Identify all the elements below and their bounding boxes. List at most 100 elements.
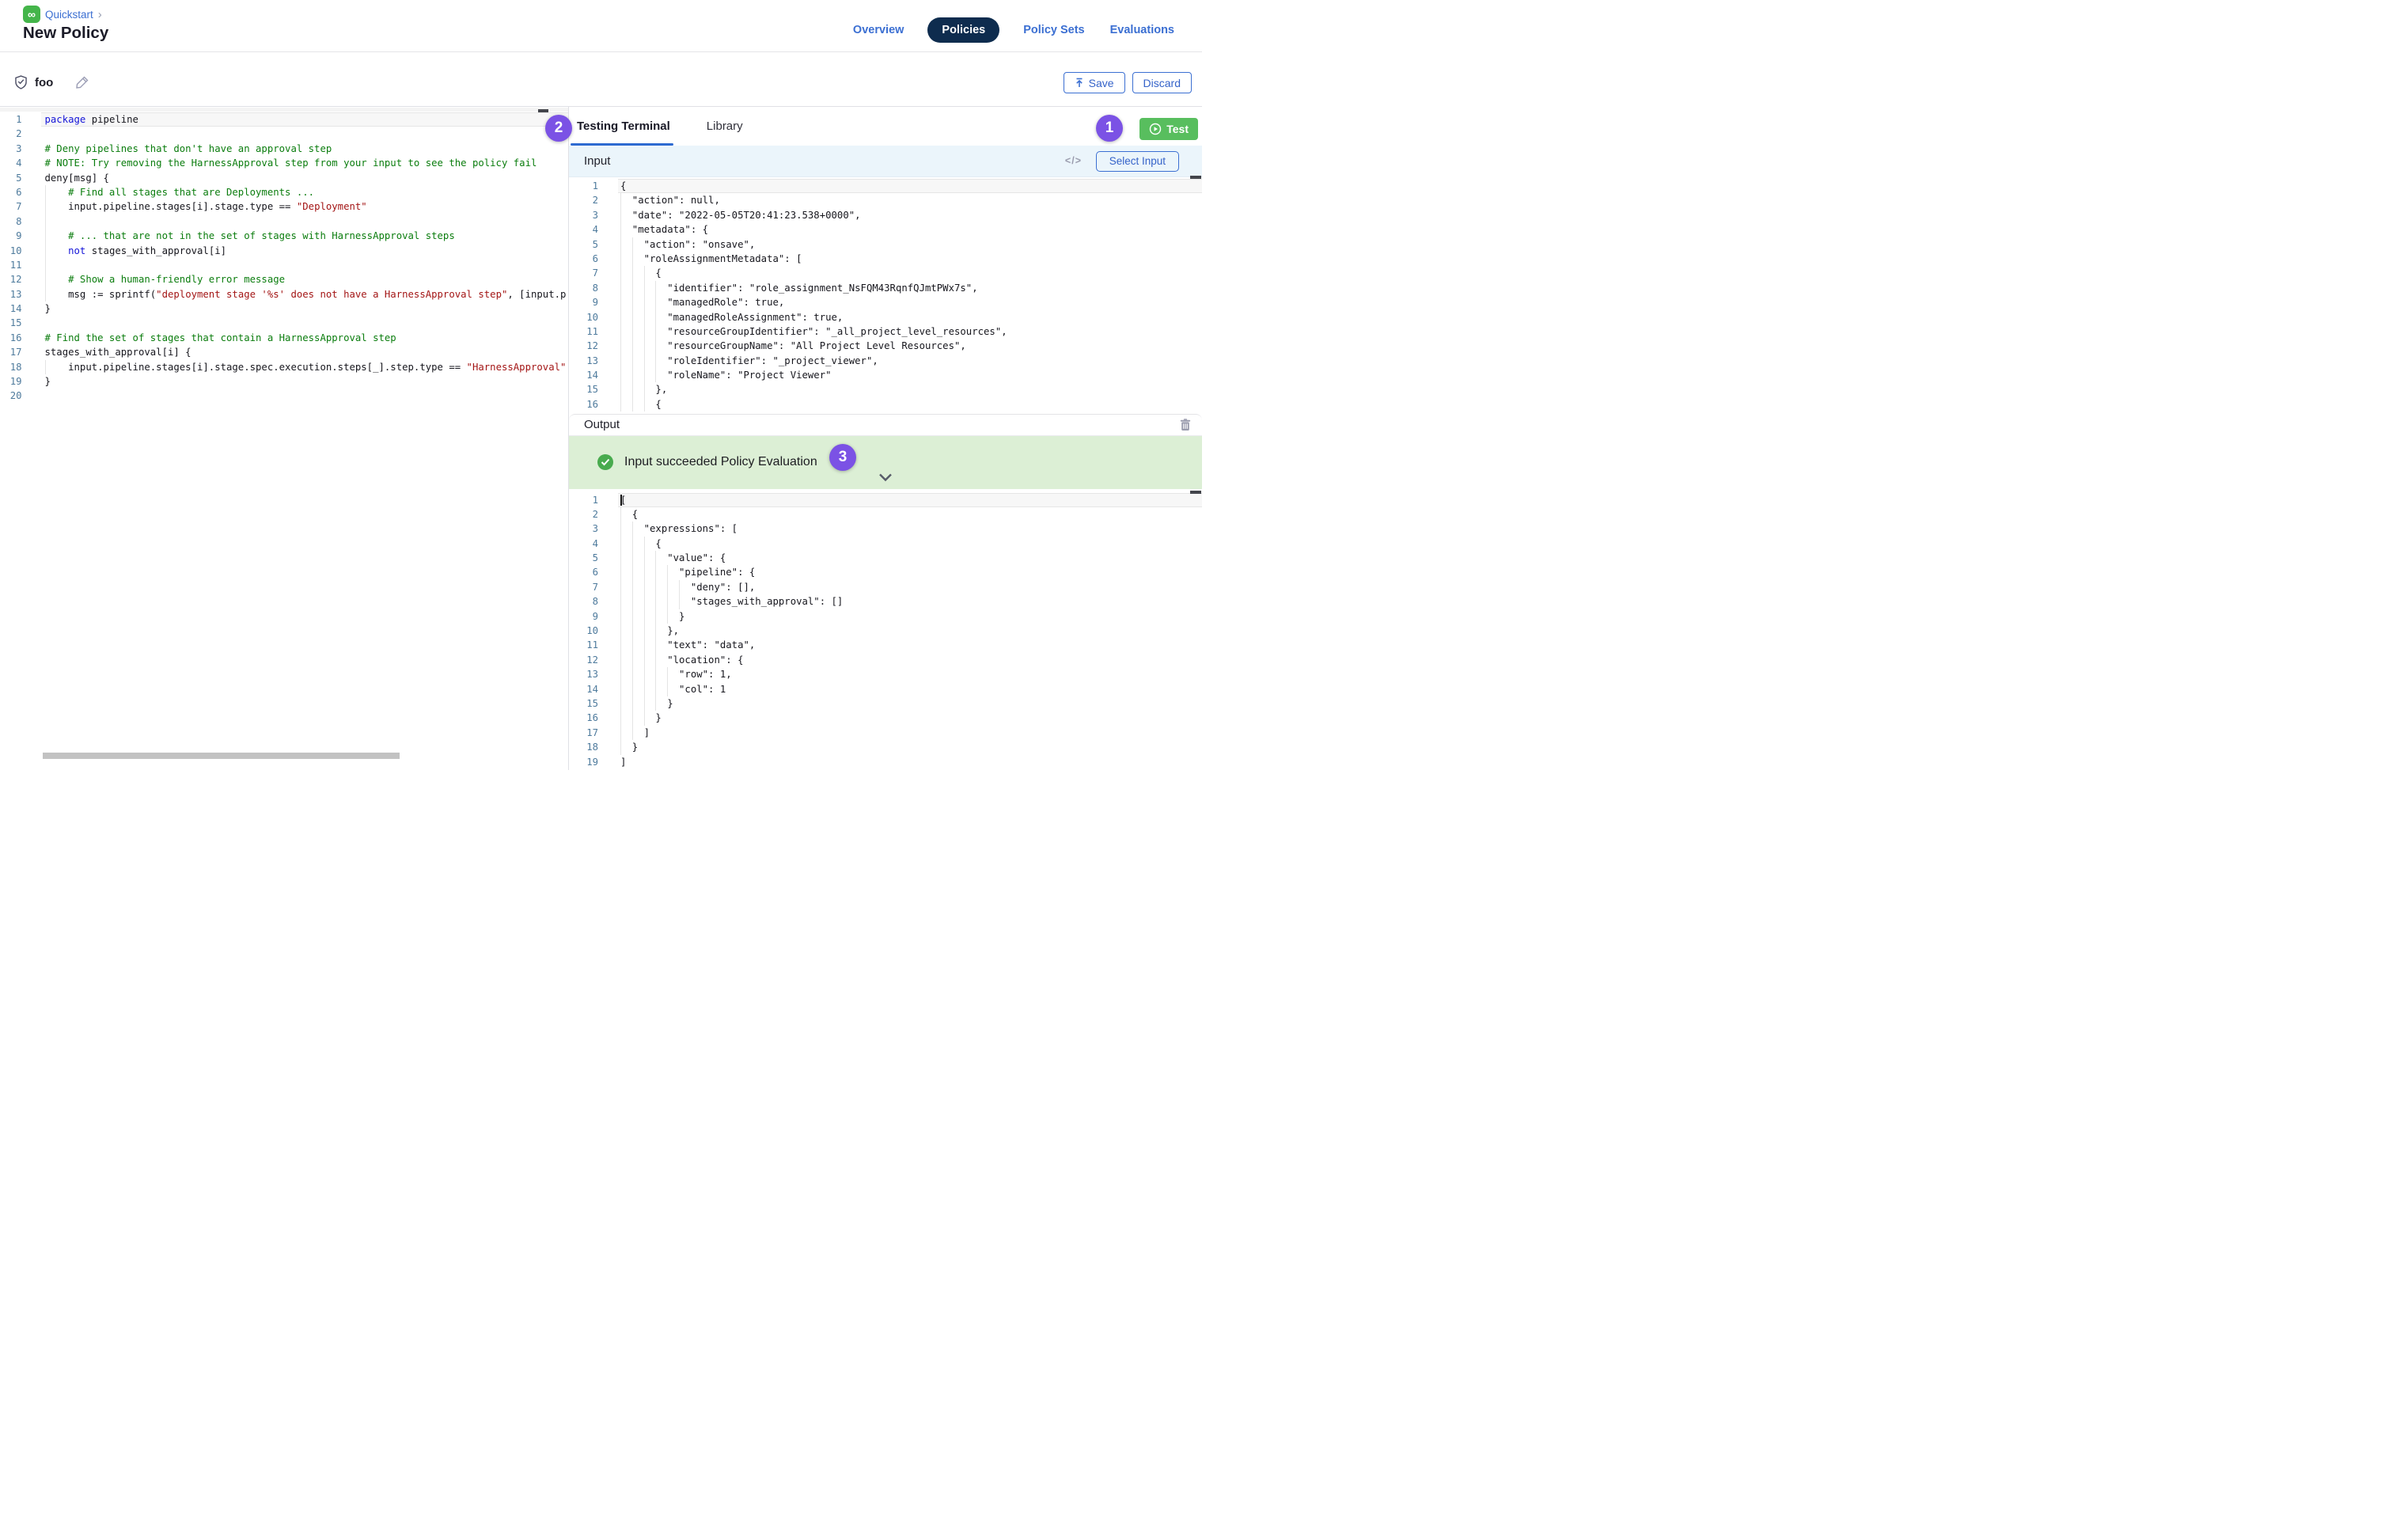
- page-header: ∞ Quickstart › New Policy Overview Polic…: [0, 0, 1202, 51]
- input-json-editor[interactable]: 12345678910111213141516 { "action": null…: [569, 177, 1202, 415]
- shield-check-icon: [15, 75, 27, 89]
- tour-badge-3: 3: [829, 444, 856, 471]
- input-json-code-area[interactable]: { "action": null, "date": "2022-05-05T20…: [618, 179, 1202, 414]
- line-number: 16: [0, 331, 22, 345]
- tab-library[interactable]: Library: [707, 119, 743, 133]
- code-toggle-icon[interactable]: </>: [1065, 155, 1082, 166]
- line-number: 6: [569, 252, 598, 266]
- scrollbar-thumb[interactable]: [1190, 491, 1201, 494]
- output-json-editor[interactable]: 12345678910111213141516171819 [ { "expre…: [569, 489, 1202, 771]
- scrollbar-thumb[interactable]: [1190, 176, 1201, 179]
- code-line: "text": "data",: [618, 638, 1202, 652]
- line-number: 2: [0, 127, 22, 141]
- nav-tab-overview[interactable]: Overview: [851, 24, 906, 36]
- line-number: 5: [569, 237, 598, 252]
- line-number: 18: [0, 360, 22, 374]
- check-circle-icon: [597, 454, 613, 470]
- line-number: 2: [569, 507, 598, 522]
- code-line: "deny": [],: [618, 580, 1202, 594]
- code-line: "row": 1,: [618, 667, 1202, 681]
- code-line: # Find the set of stages that contain a …: [41, 331, 568, 345]
- horizontal-scrollbar-thumb[interactable]: [43, 753, 400, 759]
- code-line: ]: [618, 726, 1202, 740]
- code-line: # ... that are not in the set of stages …: [41, 229, 568, 243]
- trash-icon[interactable]: [1180, 419, 1191, 434]
- tab-testing-terminal[interactable]: Testing Terminal: [577, 119, 670, 133]
- scrollbar-track[interactable]: [0, 108, 568, 112]
- code-line: }: [41, 302, 568, 316]
- code-line: "metadata": {: [618, 222, 1202, 237]
- policy-code-editor[interactable]: 1234567891011121314151617181920 package …: [0, 107, 569, 770]
- page-title: New Policy: [23, 24, 108, 43]
- input-section-header: Input </> Select Input: [569, 146, 1202, 177]
- code-line: "expressions": [: [618, 522, 1202, 536]
- top-nav: Overview Policies Policy Sets Evaluation…: [851, 17, 1176, 44]
- code-line: "location": {: [618, 653, 1202, 667]
- code-line: # Show a human-friendly error message: [41, 272, 568, 286]
- code-line: {: [618, 179, 1202, 193]
- line-number: 1: [569, 179, 598, 193]
- discard-button[interactable]: Discard: [1132, 72, 1192, 93]
- code-line: },: [618, 382, 1202, 396]
- code-line: }: [618, 696, 1202, 711]
- line-number: 14: [569, 368, 598, 382]
- test-button-label: Test: [1166, 123, 1189, 135]
- code-line: {: [618, 397, 1202, 412]
- chevron-down-icon[interactable]: [878, 472, 893, 486]
- line-number: 4: [0, 156, 22, 170]
- line-number: 12: [0, 272, 22, 286]
- code-line: deny[msg] {: [41, 171, 568, 185]
- line-number: 4: [569, 222, 598, 237]
- line-number: 5: [569, 551, 598, 565]
- code-line: not stages_with_approval[i]: [41, 244, 568, 258]
- code-line: package pipeline: [41, 112, 568, 127]
- code-line: "resourceGroupName": "All Project Level …: [618, 339, 1202, 353]
- line-number: 2: [569, 193, 598, 207]
- select-input-button[interactable]: Select Input: [1096, 151, 1179, 172]
- code-line: input.pipeline.stages[i].stage.spec.exec…: [41, 360, 568, 374]
- nav-tab-policy-sets[interactable]: Policy Sets: [1022, 24, 1086, 36]
- code-line: [: [618, 493, 1202, 507]
- code-line: "stages_with_approval": []: [618, 594, 1202, 609]
- code-line: "col": 1: [618, 682, 1202, 696]
- nav-tab-policies[interactable]: Policies: [927, 17, 999, 43]
- code-line: input.pipeline.stages[i].stage.type == "…: [41, 199, 568, 214]
- breadcrumb-link-quickstart[interactable]: Quickstart: [45, 9, 93, 21]
- tour-badge-2: 2: [545, 115, 572, 142]
- code-line: "action": "onsave",: [618, 237, 1202, 252]
- test-button[interactable]: Test: [1139, 118, 1198, 140]
- code-line: "date": "2022-05-05T20:41:23.538+0000",: [618, 208, 1202, 222]
- upload-arrow-icon: [1075, 78, 1084, 88]
- line-number: 12: [569, 339, 598, 353]
- code-line: [41, 316, 568, 330]
- policy-name: foo: [35, 76, 53, 89]
- code-line: }: [618, 711, 1202, 725]
- code-line: "managedRoleAssignment": true,: [618, 310, 1202, 324]
- line-number: 1: [569, 493, 598, 507]
- tour-badge-1: 1: [1096, 115, 1123, 142]
- line-number: 3: [0, 142, 22, 156]
- testing-terminal-panel: Testing Terminal Library Test Input </>: [569, 107, 1202, 770]
- breadcrumb: ∞ Quickstart ›: [23, 6, 102, 23]
- line-number: 14: [0, 302, 22, 316]
- line-number-gutter: 1234567891011121314151617181920: [0, 112, 41, 413]
- line-number: 1: [0, 112, 22, 127]
- edit-pencil-icon[interactable]: [75, 75, 89, 89]
- line-number: 10: [0, 244, 22, 258]
- line-number-gutter: 12345678910111213141516171819: [569, 493, 618, 771]
- chevron-right-icon: ›: [98, 9, 102, 21]
- line-number: 3: [569, 522, 598, 536]
- policy-code-area[interactable]: package pipeline # Deny pipelines that d…: [41, 112, 568, 413]
- code-line: ]: [618, 755, 1202, 769]
- nav-tab-evaluations[interactable]: Evaluations: [1109, 24, 1176, 36]
- line-number: 7: [569, 266, 598, 280]
- save-button[interactable]: Save: [1064, 72, 1125, 93]
- output-json-code-area[interactable]: [ { "expressions": [ { "value": { "pipel…: [618, 493, 1202, 771]
- editor-workspace: 1234567891011121314151617181920 package …: [0, 106, 1202, 770]
- line-number: 8: [569, 281, 598, 295]
- line-number: 6: [0, 185, 22, 199]
- line-number: 9: [569, 295, 598, 309]
- code-line: [41, 127, 568, 141]
- line-number: 20: [0, 389, 22, 403]
- line-number: 5: [0, 171, 22, 185]
